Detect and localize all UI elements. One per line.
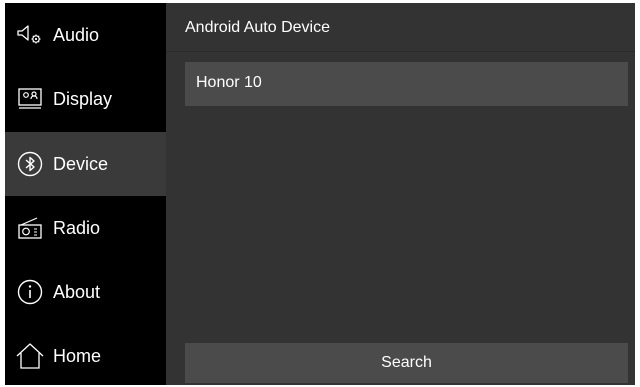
sidebar-item-radio[interactable]: Radio bbox=[5, 196, 166, 260]
info-icon bbox=[15, 277, 45, 307]
sidebar-item-label: Device bbox=[53, 153, 109, 174]
page-title: Android Auto Device bbox=[185, 19, 330, 36]
bluetooth-icon bbox=[15, 149, 45, 179]
sidebar-item-display[interactable]: Display bbox=[5, 67, 166, 131]
device-name: Honor 10 bbox=[196, 74, 262, 91]
sidebar-item-label: About bbox=[53, 281, 101, 302]
sidebar-item-about[interactable]: About bbox=[5, 260, 166, 324]
home-icon bbox=[15, 341, 45, 371]
sidebar-item-audio[interactable]: Audio bbox=[5, 3, 166, 67]
sidebar-item-label: Radio bbox=[53, 217, 101, 238]
display-icon bbox=[15, 84, 45, 114]
sidebar-item-label: Audio bbox=[53, 24, 100, 45]
sidebar: Audio Display Device Radio About Home bbox=[5, 3, 166, 385]
search-button[interactable]: Search bbox=[185, 343, 628, 383]
sidebar-item-label: Display bbox=[53, 88, 113, 109]
sidebar-item-home[interactable]: Home bbox=[5, 324, 166, 385]
radio-icon bbox=[15, 213, 45, 243]
sidebar-item-device[interactable]: Device bbox=[5, 132, 166, 196]
list-item[interactable]: Honor 10 bbox=[185, 62, 628, 106]
app-window: Audio Display Device Radio About Home An… bbox=[5, 3, 635, 385]
main-panel: Android Auto Device Honor 10 Search bbox=[166, 3, 635, 385]
divider bbox=[166, 51, 635, 52]
speaker-settings-icon bbox=[15, 20, 45, 50]
sidebar-item-label: Home bbox=[53, 345, 102, 366]
